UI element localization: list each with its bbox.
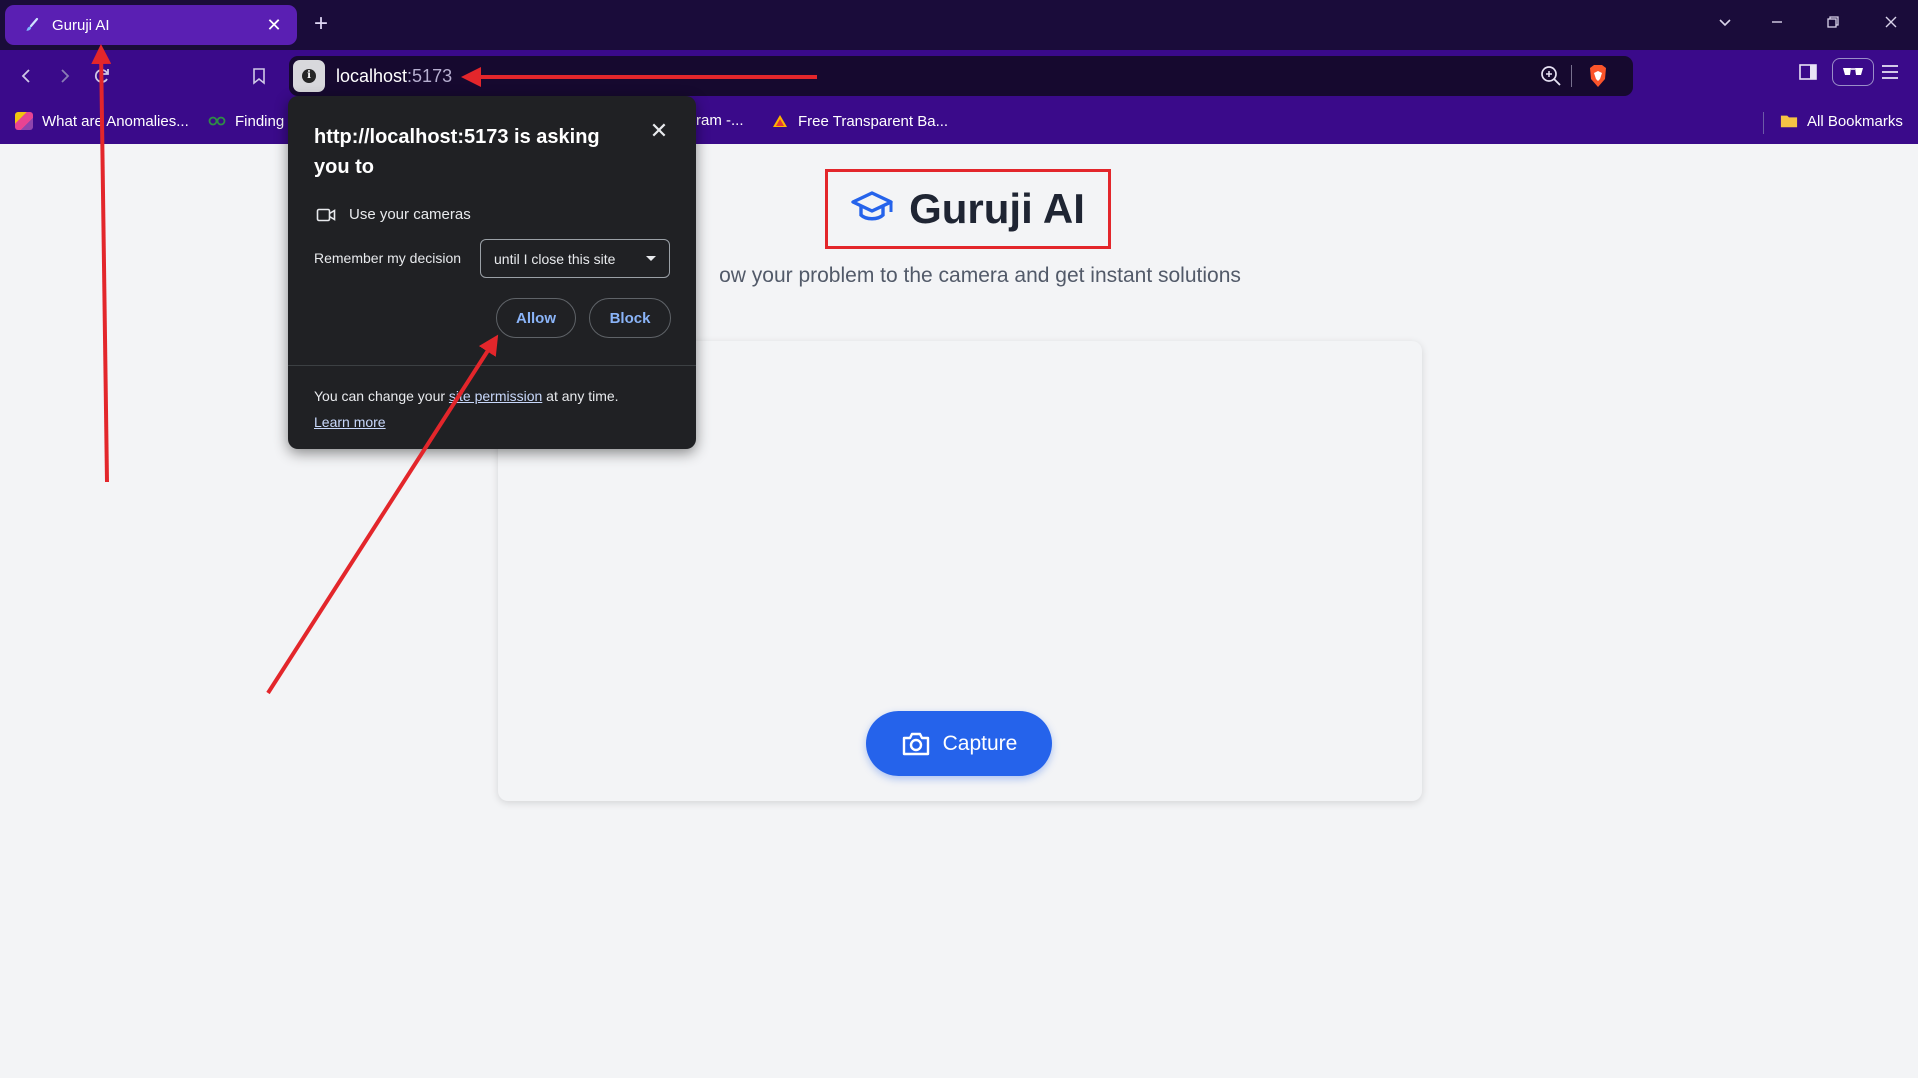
camera-permission-popup: http://localhost:5173 is asking you to ✕…	[288, 96, 696, 449]
url-port: :5173	[407, 66, 453, 86]
block-button[interactable]: Block	[589, 298, 671, 338]
site-permission-link[interactable]: site permission	[449, 388, 542, 404]
permission-title: http://localhost:5173 is asking you to	[314, 126, 600, 178]
url-separator	[1571, 65, 1572, 87]
page-title: Guruji AI	[909, 185, 1085, 232]
bookmark-item[interactable]: ram -...	[696, 112, 744, 129]
tab-close-icon[interactable]: ✕	[263, 15, 285, 36]
bookmark-icon[interactable]	[243, 61, 275, 91]
tab-title: Guruji AI	[52, 16, 110, 34]
private-glasses-icon[interactable]	[1832, 58, 1874, 86]
app-title: Guruji AI	[825, 169, 1111, 249]
all-bookmarks[interactable]: All Bookmarks	[1780, 112, 1903, 130]
permission-request-label: Use your cameras	[349, 206, 471, 223]
camera-icon	[902, 732, 929, 755]
graduation-cap-icon	[851, 190, 893, 229]
popup-divider	[288, 365, 696, 366]
reload-icon[interactable]	[86, 61, 118, 91]
forward-icon[interactable]	[48, 61, 80, 91]
learn-more-link[interactable]: Learn more	[314, 414, 386, 430]
remember-value: until I close this site	[494, 250, 616, 267]
back-icon[interactable]	[11, 61, 43, 91]
brave-shields-icon[interactable]	[1586, 63, 1610, 94]
close-icon[interactable]: ✕	[644, 118, 674, 144]
video-camera-icon	[316, 208, 336, 221]
address-bar[interactable]: i localhost:5173	[289, 56, 1633, 96]
paintbrush-icon	[23, 16, 41, 34]
navigation-toolbar: i localhost:5173	[0, 50, 1918, 102]
url-host: localhost	[336, 66, 408, 86]
gfg-favicon-icon	[208, 112, 226, 130]
bookmarks-separator	[1763, 112, 1764, 134]
allow-button[interactable]: Allow	[496, 298, 576, 338]
triangle-favicon-icon	[771, 112, 789, 130]
tab-guruji-ai[interactable]: Guruji AI ✕	[5, 5, 297, 45]
colorful-favicon-icon	[15, 112, 33, 130]
capture-label: Capture	[942, 731, 1018, 755]
dropdown-caret-icon	[646, 256, 656, 261]
bookmark-item[interactable]: Finding	[208, 112, 284, 130]
tab-search-icon[interactable]	[1705, 10, 1745, 38]
new-tab-button[interactable]: +	[314, 10, 328, 38]
permission-footer: You can change your site permission at a…	[314, 388, 619, 430]
minimize-icon[interactable]	[1757, 10, 1797, 38]
sidebar-toggle-icon[interactable]	[1798, 63, 1818, 86]
permission-request: Use your cameras	[316, 206, 471, 223]
restore-icon[interactable]	[1813, 10, 1853, 38]
close-window-icon[interactable]	[1871, 10, 1911, 38]
remember-label: Remember my decision	[314, 250, 462, 266]
url-text[interactable]: localhost:5173	[336, 66, 452, 87]
folder-icon	[1780, 112, 1798, 130]
bookmark-item[interactable]: Free Transparent Ba...	[771, 112, 948, 130]
zoom-in-icon[interactable]	[1539, 64, 1563, 93]
tab-strip: Guruji AI ✕ +	[0, 0, 1918, 50]
bookmark-item[interactable]: What are Anomalies...	[15, 112, 189, 130]
remember-decision-select[interactable]: until I close this site	[480, 239, 670, 278]
site-info-icon[interactable]: i	[293, 60, 325, 92]
menu-icon[interactable]	[1880, 63, 1900, 86]
capture-button[interactable]: Capture	[866, 711, 1052, 776]
